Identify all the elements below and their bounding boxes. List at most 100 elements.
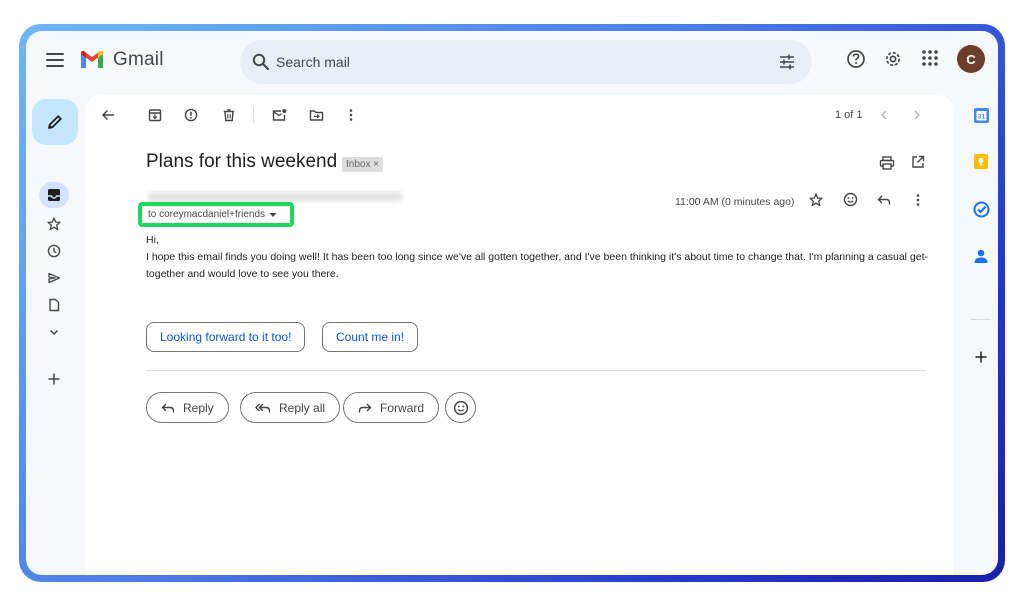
gmail-window: Gmail Search mail C 1 of 1 Plans for thi… (26, 31, 998, 575)
forward-label: Forward (380, 400, 425, 415)
message-more-button[interactable] (908, 190, 928, 210)
search-options-icon[interactable] (778, 53, 796, 71)
message-panel: 1 of 1 Plans for this weekend Inbox × to… (85, 95, 953, 575)
search-input[interactable] (276, 54, 716, 70)
contacts-app[interactable] (971, 246, 991, 266)
main-menu-icon[interactable] (46, 53, 64, 67)
chevron-left-icon (881, 110, 887, 120)
spam-icon (184, 108, 198, 122)
email-body: Hi, I hope this email finds you doing we… (146, 232, 936, 283)
inbox-icon (48, 189, 60, 201)
emoji-reaction-button[interactable] (445, 392, 476, 423)
reply-label: Reply (183, 400, 214, 415)
back-button[interactable] (98, 105, 118, 125)
plus-icon (48, 373, 60, 385)
left-nav-rail (26, 95, 84, 575)
more-options-button[interactable] (341, 105, 361, 125)
reply-all-icon (255, 403, 271, 412)
nav-drafts[interactable] (43, 294, 65, 316)
reply-button[interactable]: Reply (146, 392, 229, 423)
print-button[interactable] (877, 153, 897, 173)
trash-icon (223, 109, 235, 122)
mark-unread-button[interactable] (269, 105, 289, 125)
keep-app[interactable] (971, 151, 991, 171)
emoji-icon (453, 400, 468, 415)
older-button[interactable] (907, 105, 927, 125)
recipient-details-highlighted[interactable]: to coreymacdaniel+friends (138, 202, 294, 227)
keep-icon (974, 153, 988, 169)
nav-sent[interactable] (43, 267, 65, 289)
email-greeting: Hi, (146, 234, 159, 246)
newer-button[interactable] (874, 105, 894, 125)
open-in-new-window-button[interactable] (908, 152, 928, 172)
reply-icon (161, 403, 175, 412)
emoji-icon (843, 192, 857, 206)
apps-grid-icon[interactable] (921, 49, 939, 67)
screenshot-frame: Gmail Search mail C 1 of 1 Plans for thi… (19, 24, 1005, 582)
sender-address-blurred (147, 192, 403, 202)
arrow-left-icon (101, 109, 114, 121)
inbox-label-chip[interactable]: Inbox × (342, 157, 384, 172)
contacts-icon (974, 249, 988, 263)
get-addons-button[interactable] (971, 347, 991, 367)
report-spam-button[interactable] (181, 105, 201, 125)
gmail-logo[interactable]: Gmail (79, 49, 164, 71)
recipient-text: to coreymacdaniel+friends (148, 209, 266, 220)
reply-icon (877, 195, 891, 205)
draft-file-icon (49, 298, 60, 312)
divider (146, 370, 926, 371)
star-outline-icon (809, 193, 823, 207)
nav-inbox[interactable] (39, 182, 69, 208)
reply-icon-button[interactable] (874, 190, 894, 210)
email-timestamp: 11:00 AM (0 minutes ago) (675, 196, 795, 208)
delete-button[interactable] (219, 105, 239, 125)
folder-move-icon (309, 110, 323, 121)
pagination-count: 1 of 1 (835, 109, 863, 121)
chevron-down-icon (49, 329, 59, 336)
archive-button[interactable] (145, 105, 165, 125)
svg-text:31: 31 (977, 113, 985, 120)
support-icon[interactable] (846, 49, 866, 69)
smart-reply-button[interactable]: Looking forward to it too! (146, 322, 306, 352)
smart-reply-button[interactable]: Count me in! (322, 322, 419, 352)
plus-icon (975, 351, 987, 363)
calendar-app[interactable]: 31 (971, 105, 991, 125)
send-icon (48, 272, 61, 284)
search-bar[interactable] (240, 40, 812, 84)
side-panel: 31 (953, 95, 998, 575)
tasks-app[interactable] (971, 199, 991, 219)
calendar-icon: 31 (973, 107, 989, 123)
print-icon (879, 156, 895, 170)
compose-button[interactable] (32, 99, 78, 145)
archive-icon (148, 109, 162, 122)
email-subject: Plans for this weekend (146, 151, 338, 172)
app-name: Gmail (113, 49, 164, 70)
open-new-window-icon (912, 155, 925, 168)
toolbar-separator (253, 107, 254, 123)
chevron-right-icon (914, 110, 920, 120)
forward-button[interactable]: Forward (343, 392, 440, 423)
email-paragraph: I hope this email finds you doing well! … (146, 251, 929, 280)
mail-unread-icon (272, 109, 286, 121)
tasks-icon (973, 201, 989, 217)
reply-all-button[interactable]: Reply all (240, 392, 341, 423)
nav-starred[interactable] (43, 213, 65, 235)
nav-snoozed[interactable] (43, 240, 65, 262)
gmail-m-icon (81, 51, 103, 68)
account-avatar[interactable]: C (957, 45, 985, 73)
create-label-button[interactable] (43, 368, 65, 390)
dropdown-arrow-icon (269, 212, 277, 217)
reply-all-label: Reply all (279, 400, 326, 415)
nav-more[interactable] (43, 321, 65, 343)
side-panel-divider (971, 319, 991, 320)
clock-icon (47, 244, 61, 258)
move-to-button[interactable] (306, 105, 326, 125)
top-bar: Gmail Search mail C (26, 31, 998, 95)
settings-gear-icon[interactable] (883, 49, 903, 69)
star-icon (47, 217, 61, 231)
forward-icon (358, 403, 372, 412)
star-message-button[interactable] (806, 190, 826, 210)
more-vert-icon (349, 109, 353, 121)
add-reaction-button[interactable] (840, 189, 860, 209)
search-icon[interactable] (252, 53, 270, 71)
